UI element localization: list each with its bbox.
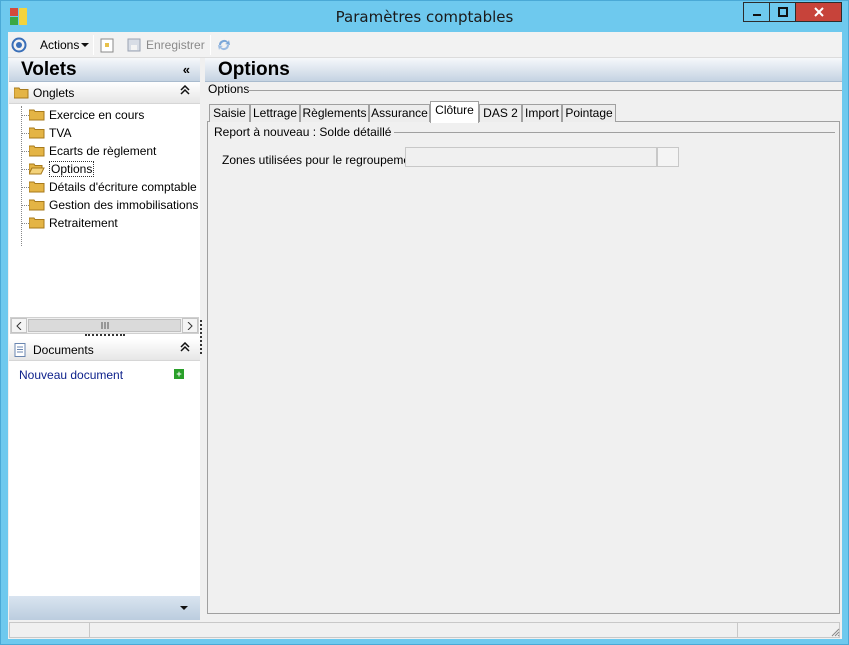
scroll-left-button[interactable] [11, 318, 27, 333]
regroupement-field[interactable] [405, 147, 657, 167]
chevron-down-icon[interactable] [180, 603, 188, 613]
section-subtitle: Options [208, 82, 250, 96]
scroll-right-button[interactable] [182, 318, 198, 333]
tab-panel-cloture: Report à nouveau : Solde détaillé Zones … [207, 122, 840, 614]
tree-item-details[interactable]: Détails d'écriture comptable [29, 178, 197, 196]
chevron-right-icon [187, 321, 193, 330]
main-header: Options [205, 58, 842, 82]
document-icon [14, 343, 26, 357]
save-icon [127, 38, 141, 52]
documents-title: Documents [33, 343, 94, 357]
regroupement-picker-button[interactable] [657, 147, 679, 167]
close-button[interactable] [795, 2, 842, 22]
title-bar[interactable]: Paramètres comptables [1, 1, 848, 32]
onglets-group-header[interactable]: Onglets [9, 82, 200, 104]
actions-menu-button[interactable]: Actions [40, 36, 90, 54]
tree-item-options[interactable]: Options [29, 160, 95, 178]
folder-icon [14, 87, 29, 99]
tree-item-label: Ecarts de règlement [49, 144, 157, 158]
tab-strip: Saisie Lettrage Règlements Assurance Clô… [207, 101, 840, 123]
actions-label: Actions [40, 38, 80, 52]
tree-item-immobilisations[interactable]: Gestion des immobilisations [29, 196, 198, 214]
maximize-icon [777, 7, 788, 17]
open-folder-icon [29, 163, 45, 175]
add-icon[interactable]: + [174, 369, 184, 379]
tab-cloture[interactable]: Clôture [430, 101, 479, 123]
folder-icon [29, 109, 45, 121]
tab-lettrage[interactable]: Lettrage [250, 104, 300, 122]
tab-pointage[interactable]: Pointage [562, 104, 616, 122]
resize-grip-icon[interactable] [830, 627, 840, 637]
close-icon [813, 7, 824, 17]
regroupement-label: Zones utilisées pour le regroupement [222, 153, 421, 167]
collapse-group-icon[interactable] [180, 84, 190, 98]
tree-item-exercice[interactable]: Exercice en cours [29, 106, 144, 124]
side-pane: Volets « Onglets Exercice en cours TVA E… [9, 58, 200, 622]
refresh-icon [218, 40, 230, 50]
tab-assurance[interactable]: Assurance [369, 104, 430, 122]
group-title: Report à nouveau : Solde détaillé [214, 125, 395, 139]
tree-item-label: Exercice en cours [49, 108, 145, 122]
page-title: Options [218, 59, 290, 80]
tab-das2[interactable]: DAS 2 [479, 104, 522, 122]
new-document-icon [100, 38, 114, 53]
pane-splitter[interactable] [200, 320, 202, 354]
client-area: Actions Enregistrer Volets « Onglets Exe… [8, 32, 842, 639]
section-resize-grip[interactable] [85, 334, 125, 338]
onglets-title: Onglets [33, 86, 75, 100]
scroll-thumb[interactable] [28, 319, 181, 332]
window-title: Paramètres comptables [335, 8, 514, 26]
status-cell [89, 622, 738, 638]
side-pane-footer [9, 596, 200, 622]
collapse-pane-button[interactable]: « [183, 62, 190, 77]
tree-item-tva[interactable]: TVA [29, 124, 71, 142]
horizontal-scrollbar[interactable] [10, 317, 199, 334]
tab-import[interactable]: Import [522, 104, 562, 122]
tree-item-ecarts[interactable]: Ecarts de règlement [29, 142, 156, 160]
tree-item-label: TVA [49, 126, 72, 140]
nav-circle-button[interactable] [11, 36, 27, 54]
toolbar: Actions Enregistrer [8, 32, 842, 58]
target-icon [11, 37, 27, 53]
status-cell [737, 622, 840, 638]
grip-icon [101, 322, 108, 329]
folder-icon [29, 217, 45, 229]
side-pane-title: Volets [21, 59, 77, 80]
onglets-tree: Exercice en cours TVA Ecarts de règlemen… [9, 106, 200, 316]
save-button[interactable]: Enregistrer [126, 36, 205, 54]
save-label: Enregistrer [146, 38, 205, 52]
side-pane-header: Volets « [9, 58, 200, 82]
folder-icon [29, 199, 45, 211]
documents-group-header[interactable]: Documents [9, 339, 200, 361]
tree-item-retraitement[interactable]: Retraitement [29, 214, 118, 232]
app-window: Paramètres comptables Actions Enregistre… [0, 0, 849, 645]
folder-icon [29, 127, 45, 139]
tree-item-label: Détails d'écriture comptable [49, 180, 197, 194]
minimize-icon [752, 14, 761, 16]
chevron-down-icon [81, 43, 90, 47]
status-cell [9, 622, 90, 638]
chevron-left-icon [16, 321, 22, 330]
tree-item-label: Retraitement [49, 216, 118, 230]
minimize-button[interactable] [743, 2, 770, 22]
tab-saisie[interactable]: Saisie [209, 104, 250, 122]
new-document-link[interactable]: Nouveau document [19, 368, 123, 382]
maximize-button[interactable] [769, 2, 796, 22]
folder-icon [29, 145, 45, 157]
new-button[interactable] [99, 36, 115, 54]
refresh-button[interactable] [216, 36, 232, 54]
tree-item-label: Gestion des immobilisations [49, 198, 199, 212]
tree-item-label: Options [49, 161, 95, 177]
collapse-group-icon[interactable] [180, 341, 190, 355]
status-bar [8, 620, 842, 639]
tab-reglements[interactable]: Règlements [300, 104, 369, 122]
folder-icon [29, 181, 45, 193]
main-pane: Options Options Saisie Lettrage Règlemen… [205, 58, 842, 622]
